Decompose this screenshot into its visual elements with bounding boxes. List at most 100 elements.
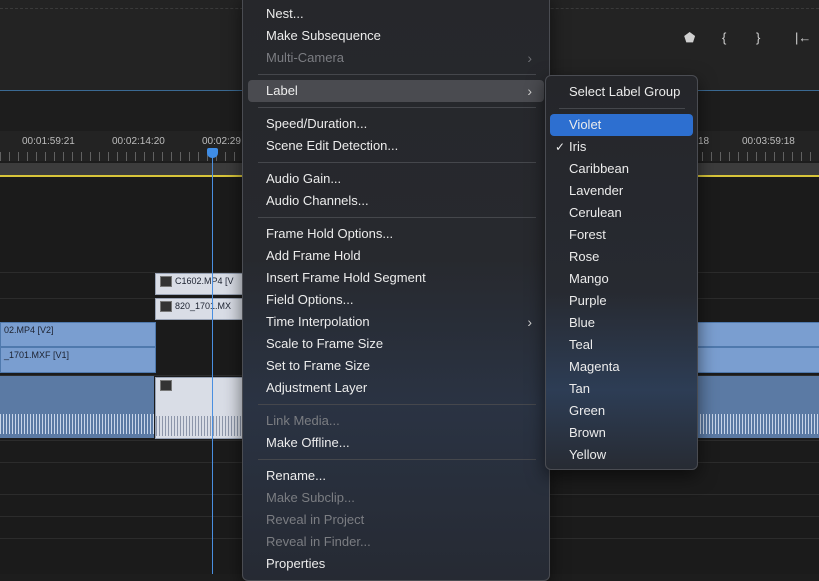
menu-item-nest[interactable]: Nest... bbox=[248, 3, 544, 25]
audio-clip[interactable] bbox=[0, 376, 154, 438]
audio-waveform bbox=[156, 416, 244, 436]
label-teal[interactable]: Teal bbox=[550, 334, 693, 356]
chevron-right-icon: › bbox=[527, 50, 532, 66]
menu-item-label: Insert Frame Hold Segment bbox=[266, 270, 426, 285]
menu-item-label: Rename... bbox=[266, 468, 326, 483]
timecode-label: 00:03:59:18 bbox=[742, 136, 795, 147]
menu-item-adjustment-layer[interactable]: Adjustment Layer bbox=[248, 377, 544, 399]
video-clip[interactable]: C1602.MP4 [V bbox=[155, 273, 245, 295]
label-submenu: Select Label Group Violet ✓ Iris Caribbean L… bbox=[545, 75, 698, 470]
timecode-label: 00:01:59:21 bbox=[22, 136, 75, 147]
menu-item-label[interactable]: Label › bbox=[248, 80, 544, 102]
chevron-right-icon: › bbox=[527, 314, 532, 330]
label-caribbean[interactable]: Caribbean bbox=[550, 158, 693, 180]
go-to-in-icon[interactable]: |← bbox=[795, 30, 811, 45]
label-iris[interactable]: ✓ Iris bbox=[550, 136, 693, 158]
menu-item-label: Set to Frame Size bbox=[266, 358, 371, 373]
menu-separator bbox=[258, 459, 536, 460]
in-brace-icon[interactable]: { bbox=[722, 30, 726, 45]
menu-item-label: Iris bbox=[569, 139, 587, 154]
menu-item-field-options[interactable]: Field Options... bbox=[248, 289, 544, 311]
menu-separator bbox=[258, 107, 536, 108]
menu-item-label: Magenta bbox=[569, 359, 620, 374]
timecode-label: 00:02:14:20 bbox=[112, 136, 165, 147]
menu-item-label: Properties bbox=[266, 556, 326, 571]
label-cerulean[interactable]: Cerulean bbox=[550, 202, 693, 224]
menu-separator bbox=[258, 74, 536, 75]
video-clip[interactable]: _1701.MXF [V1] bbox=[0, 347, 156, 373]
fx-icon bbox=[160, 276, 172, 287]
menu-item-label: Reveal in Project bbox=[266, 512, 365, 527]
menu-item-scale-to-frame-size[interactable]: Scale to Frame Size bbox=[248, 333, 544, 355]
fx-icon bbox=[160, 301, 172, 312]
menu-item-label: Adjustment Layer bbox=[266, 380, 368, 395]
audio-waveform bbox=[0, 414, 154, 434]
menu-item-label: Brown bbox=[569, 425, 606, 440]
clip-name: _1701.MXF [V1] bbox=[4, 350, 70, 360]
menu-item-time-interpolation[interactable]: Time Interpolation › bbox=[248, 311, 544, 333]
menu-item-label: Nest... bbox=[266, 6, 304, 21]
menu-item-label: Label bbox=[266, 83, 298, 98]
label-tan[interactable]: Tan bbox=[550, 378, 693, 400]
menu-separator bbox=[258, 162, 536, 163]
menu-item-properties[interactable]: Properties bbox=[248, 553, 544, 575]
out-brace-icon[interactable]: } bbox=[756, 30, 760, 45]
menu-item-label: Scale to Frame Size bbox=[266, 336, 384, 351]
video-clip[interactable]: 820_1701.MX bbox=[155, 298, 245, 320]
menu-item-audio-gain[interactable]: Audio Gain... bbox=[248, 168, 544, 190]
menu-item-audio-channels[interactable]: Audio Channels... bbox=[248, 190, 544, 212]
timecode-label: 00:02:29 bbox=[202, 136, 241, 147]
audio-clip[interactable] bbox=[697, 376, 819, 438]
menu-separator bbox=[258, 404, 536, 405]
menu-item-label: Tan bbox=[569, 381, 590, 396]
menu-item-speed-duration[interactable]: Speed/Duration... bbox=[248, 113, 544, 135]
clip-context-menu: Nest... Make Subsequence Multi-Camera › Labe… bbox=[242, 0, 550, 581]
menu-item-label: Rose bbox=[569, 249, 600, 264]
menu-item-insert-frame-hold-segment[interactable]: Insert Frame Hold Segment bbox=[248, 267, 544, 289]
fx-icon bbox=[160, 380, 172, 391]
audio-waveform bbox=[697, 414, 819, 434]
menu-item-frame-hold-options[interactable]: Frame Hold Options... bbox=[248, 223, 544, 245]
label-mango[interactable]: Mango bbox=[550, 268, 693, 290]
clip-name: 02.MP4 [V2] bbox=[4, 325, 54, 335]
menu-item-label: Lavender bbox=[569, 183, 624, 198]
menu-item-scene-edit-detection[interactable]: Scene Edit Detection... bbox=[248, 135, 544, 157]
menu-item-label: Make Subclip... bbox=[266, 490, 355, 505]
video-clip[interactable] bbox=[697, 347, 819, 373]
label-purple[interactable]: Purple bbox=[550, 290, 693, 312]
label-forest[interactable]: Forest bbox=[550, 224, 693, 246]
menu-item-label: Frame Hold Options... bbox=[266, 226, 394, 241]
menu-item-label: Teal bbox=[569, 337, 593, 352]
menu-item-label: Select Label Group bbox=[569, 84, 681, 99]
audio-clip[interactable] bbox=[155, 377, 245, 439]
menu-item-label: Multi-Camera bbox=[266, 50, 345, 65]
menu-item-label: Yellow bbox=[569, 447, 607, 462]
video-clip[interactable] bbox=[697, 322, 819, 347]
menu-item-label: Make Offline... bbox=[266, 435, 350, 450]
label-brown[interactable]: Brown bbox=[550, 422, 693, 444]
clip-name: C1602.MP4 [V bbox=[175, 276, 234, 286]
menu-item-label: Add Frame Hold bbox=[266, 248, 361, 263]
menu-item-make-subsequence[interactable]: Make Subsequence bbox=[248, 25, 544, 47]
label-magenta[interactable]: Magenta bbox=[550, 356, 693, 378]
playhead-line[interactable] bbox=[212, 150, 213, 574]
menu-item-add-frame-hold[interactable]: Add Frame Hold bbox=[248, 245, 544, 267]
label-rose[interactable]: Rose bbox=[550, 246, 693, 268]
menu-item-label: Time Interpolation bbox=[266, 314, 370, 329]
label-yellow[interactable]: Yellow bbox=[550, 444, 693, 466]
select-label-group-item[interactable]: Select Label Group bbox=[550, 81, 693, 103]
label-violet[interactable]: Violet bbox=[550, 114, 693, 136]
playhead-handle[interactable] bbox=[207, 148, 218, 158]
marker-icon[interactable]: ⬟ bbox=[684, 30, 695, 46]
menu-item-make-offline[interactable]: Make Offline... bbox=[248, 432, 544, 454]
menu-item-multi-camera: Multi-Camera › bbox=[248, 47, 544, 69]
menu-item-rename[interactable]: Rename... bbox=[248, 465, 544, 487]
label-green[interactable]: Green bbox=[550, 400, 693, 422]
label-blue[interactable]: Blue bbox=[550, 312, 693, 334]
label-lavender[interactable]: Lavender bbox=[550, 180, 693, 202]
timecode-label: 18 bbox=[698, 136, 710, 147]
menu-item-set-to-frame-size[interactable]: Set to Frame Size bbox=[248, 355, 544, 377]
video-clip[interactable]: 02.MP4 [V2] bbox=[0, 322, 156, 347]
menu-item-label: Make Subsequence bbox=[266, 28, 381, 43]
menu-item-label: Purple bbox=[569, 293, 607, 308]
